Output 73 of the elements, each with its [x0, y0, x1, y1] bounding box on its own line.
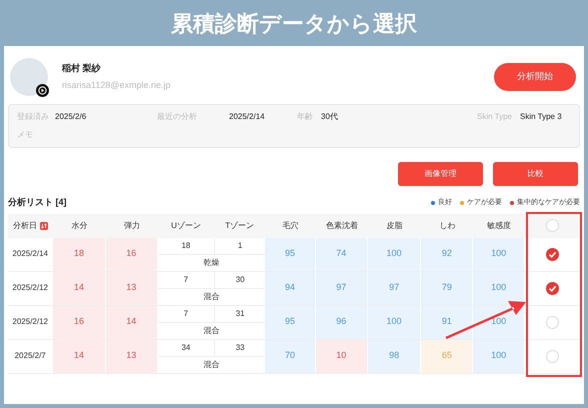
column-header: 水分: [71, 220, 88, 232]
t-zone-cell-text: 30: [234, 274, 246, 286]
u-zone-cell: 7: [158, 272, 215, 288]
t-zone-cell-text: 33: [234, 342, 246, 354]
score-cell: 97: [316, 272, 368, 304]
info-label: Skin Type: [477, 111, 513, 123]
column-header: Tゾーン: [225, 220, 254, 232]
zone-type-cell-text: 乾燥: [202, 256, 221, 268]
column-header: 弾力: [124, 220, 140, 232]
score-cell: 92: [421, 238, 474, 270]
info-value: 2025/2/6: [55, 111, 86, 123]
score-cell: 100: [473, 340, 525, 372]
score-cell: 16: [53, 306, 106, 338]
score-cell: 79: [421, 272, 474, 304]
score-cell: 100: [473, 238, 525, 270]
action-button[interactable]: 比較: [493, 162, 578, 186]
score-cell: 10: [316, 340, 368, 372]
info-label: 最近の分析: [157, 111, 198, 123]
score-cell: 97: [368, 272, 422, 304]
info-label: 登録済み: [17, 111, 50, 123]
score-cell: 96: [316, 306, 368, 338]
score-cell: 70: [265, 340, 316, 372]
column-header: 皮脂: [386, 220, 403, 232]
memo-label: メモ: [17, 129, 34, 141]
column-header: しわ: [439, 220, 456, 232]
info-value: 2025/2/14: [229, 111, 265, 123]
list-title: 分析リスト [4]: [8, 196, 66, 209]
score-cell: 14: [53, 272, 106, 304]
t-zone-cell-text: 31: [234, 308, 246, 320]
zone-type-cell-text: 混合: [202, 324, 221, 336]
score-cell: 98: [368, 340, 422, 372]
unchecked-checkbox[interactable]: [546, 219, 559, 232]
user-email: risarisa1128@exmple.ne.jp: [62, 79, 171, 92]
score-cell: 95: [265, 306, 316, 338]
t-zone-cell-text: 1: [236, 240, 244, 252]
score-cell: 14: [106, 306, 158, 338]
sort-icon[interactable]: [40, 222, 48, 230]
score-cell: 14: [53, 340, 106, 372]
play-badge-icon: [36, 84, 49, 97]
score-cell: 91: [421, 306, 474, 338]
score-cell: 100: [473, 272, 525, 304]
checked-checkbox[interactable]: [546, 248, 559, 260]
score-cell: 13: [106, 340, 158, 372]
user-name: 稲村 梨紗: [62, 62, 102, 75]
score-cell: 74: [316, 238, 368, 270]
checked-checkbox[interactable]: [546, 282, 559, 294]
info-value: 30代: [321, 111, 338, 123]
score-cell: 100: [368, 306, 422, 338]
unchecked-checkbox[interactable]: [546, 350, 559, 362]
score-cell: 94: [265, 272, 316, 304]
start-analysis-button[interactable]: 分析開始: [494, 63, 576, 91]
unchecked-checkbox[interactable]: [546, 316, 559, 328]
score-cell: 13: [106, 272, 158, 304]
score-cell: 65: [421, 340, 474, 372]
score-cell: 100: [368, 238, 422, 270]
score-cell: 16: [106, 238, 158, 270]
column-header: 毛穴: [282, 220, 299, 232]
zone-type-cell-text: 混合: [202, 358, 221, 370]
action-button[interactable]: 画像管理: [398, 162, 483, 186]
score-cell: 18: [53, 238, 106, 270]
banner-title: 累積診断データから選択: [171, 10, 417, 38]
column-header: 敏感度: [487, 220, 512, 232]
column-header: Uゾーン: [171, 220, 201, 232]
u-zone-cell: 34: [158, 340, 215, 356]
u-zone-cell: 7: [158, 306, 215, 322]
column-header: 色素沈着: [326, 220, 358, 232]
u-zone-cell: 18: [158, 238, 215, 254]
info-value: Skin Type 3: [520, 111, 562, 123]
column-header: 分析日: [13, 220, 38, 232]
score-cell: 95: [265, 238, 316, 270]
zone-type-cell-text: 混合: [202, 290, 221, 302]
avatar: [10, 58, 48, 96]
info-label: 年齢: [297, 111, 314, 123]
